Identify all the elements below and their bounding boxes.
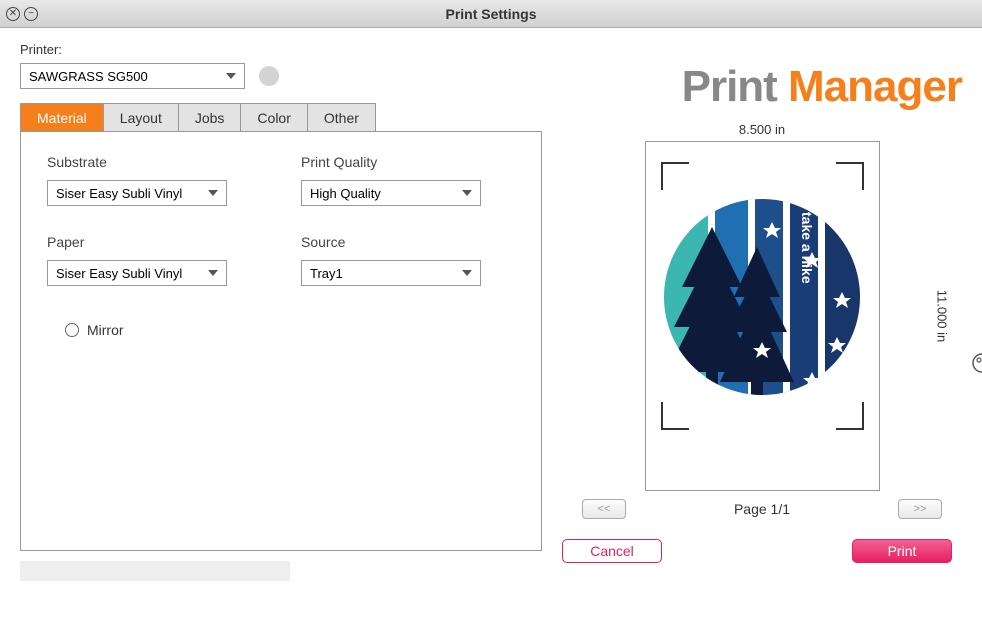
progress-bar bbox=[20, 561, 290, 581]
minimize-icon[interactable]: − bbox=[24, 7, 38, 21]
tab-layout[interactable]: Layout bbox=[104, 103, 179, 131]
print-quality-value: High Quality bbox=[310, 186, 381, 201]
brand-word-1: Print bbox=[682, 62, 788, 111]
brand-word-2: Manager bbox=[788, 62, 962, 111]
cancel-button[interactable]: Cancel bbox=[562, 539, 662, 563]
printer-selected-value: SAWGRASS SG500 bbox=[29, 69, 148, 84]
tabs: Material Layout Jobs Color Other bbox=[20, 103, 542, 131]
chevron-down-icon bbox=[462, 190, 472, 196]
print-button[interactable]: Print bbox=[852, 539, 952, 563]
printer-select[interactable]: SAWGRASS SG500 bbox=[20, 63, 245, 89]
paper-value: Siser Easy Subli Vinyl bbox=[56, 266, 182, 281]
mirror-radio[interactable] bbox=[65, 323, 79, 337]
window-title: Print Settings bbox=[0, 6, 982, 22]
chevron-down-icon bbox=[208, 190, 218, 196]
paper-select[interactable]: Siser Easy Subli Vinyl bbox=[47, 260, 227, 286]
close-icon[interactable]: ✕ bbox=[6, 7, 20, 21]
zoom-icon[interactable] bbox=[970, 351, 982, 386]
tab-material[interactable]: Material bbox=[20, 103, 104, 131]
chevron-down-icon bbox=[226, 73, 236, 79]
print-quality-select[interactable]: High Quality bbox=[301, 180, 481, 206]
source-select[interactable]: Tray1 bbox=[301, 260, 481, 286]
printer-label: Printer: bbox=[20, 42, 542, 57]
source-value: Tray1 bbox=[310, 266, 343, 281]
print-quality-label: Print Quality bbox=[301, 154, 515, 170]
pager-label: Page 1/1 bbox=[734, 501, 790, 517]
substrate-value: Siser Easy Subli Vinyl bbox=[56, 186, 182, 201]
source-label: Source bbox=[301, 234, 515, 250]
preview-width-label: 8.500 in bbox=[562, 122, 962, 137]
pager-next-button[interactable]: >> bbox=[898, 499, 942, 519]
print-preview: take a hike bbox=[645, 141, 880, 491]
tab-color[interactable]: Color bbox=[241, 103, 307, 131]
chevron-down-icon bbox=[462, 270, 472, 276]
artwork-preview: take a hike bbox=[662, 172, 862, 422]
tab-jobs[interactable]: Jobs bbox=[179, 103, 242, 131]
paper-label: Paper bbox=[47, 234, 261, 250]
titlebar: ✕ − Print Settings bbox=[0, 0, 982, 28]
tab-other[interactable]: Other bbox=[308, 103, 376, 131]
chevron-down-icon bbox=[208, 270, 218, 276]
substrate-label: Substrate bbox=[47, 154, 261, 170]
preview-height-label: 11.000 in bbox=[935, 290, 950, 343]
mirror-label: Mirror bbox=[87, 322, 124, 338]
pager-prev-button[interactable]: << bbox=[582, 499, 626, 519]
tab-body-material: Substrate Siser Easy Subli Vinyl Print Q… bbox=[20, 131, 542, 551]
artwork-text: take a hike bbox=[799, 212, 815, 284]
substrate-select[interactable]: Siser Easy Subli Vinyl bbox=[47, 180, 227, 206]
printer-status-indicator bbox=[259, 66, 279, 86]
brand-logo: Print Manager bbox=[562, 62, 962, 112]
